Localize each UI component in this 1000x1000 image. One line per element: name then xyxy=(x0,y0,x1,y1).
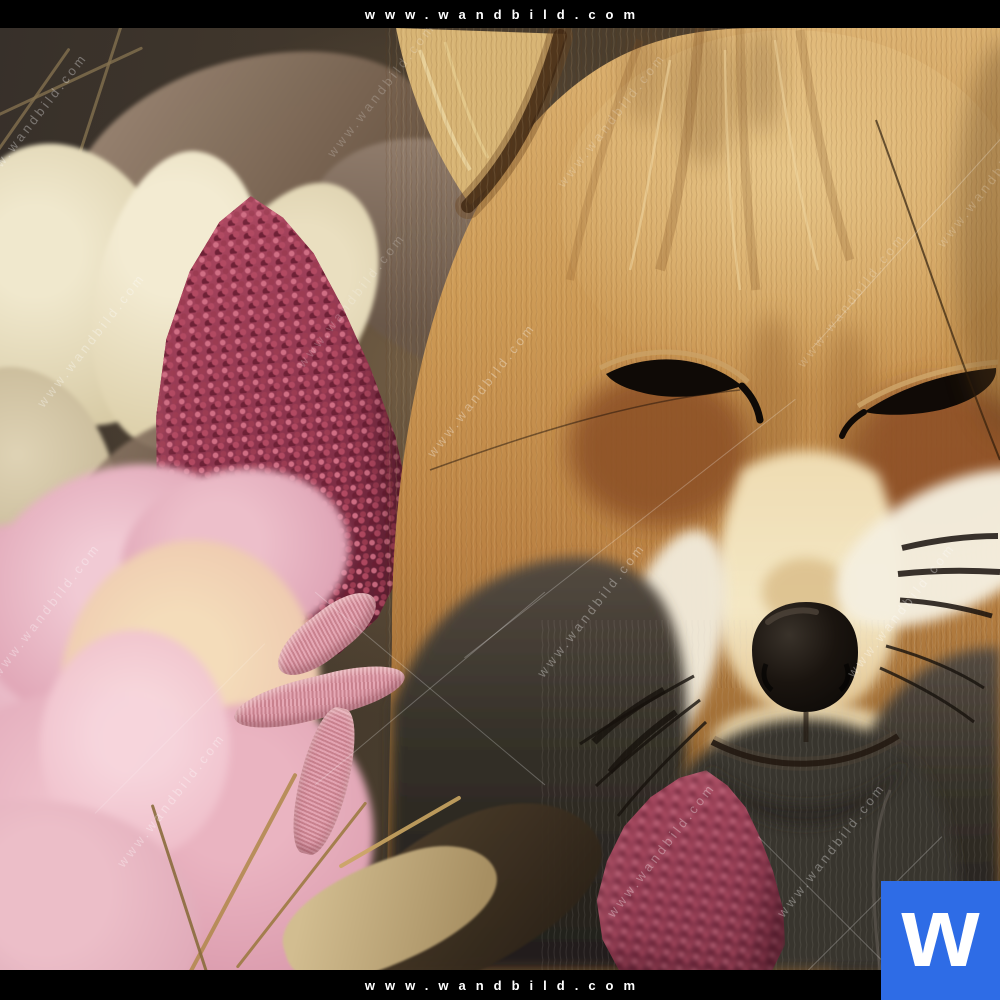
wandbild-logo-badge: w xyxy=(881,881,1000,1000)
bottom-watermark-url: www.wandbild.com xyxy=(355,978,645,993)
top-watermark-url: www.wandbild.com xyxy=(355,7,645,22)
product-image: www.wandbild.com xyxy=(0,0,1000,1000)
top-watermark-bar: www.wandbild.com xyxy=(0,0,1000,28)
fox-flower-artwork: www.wandbild.com www.wandbild.com www.wa… xyxy=(0,28,1000,970)
bottom-watermark-bar: www.wandbild.com xyxy=(0,970,1000,1000)
wandbild-logo-letter: w xyxy=(902,882,980,982)
